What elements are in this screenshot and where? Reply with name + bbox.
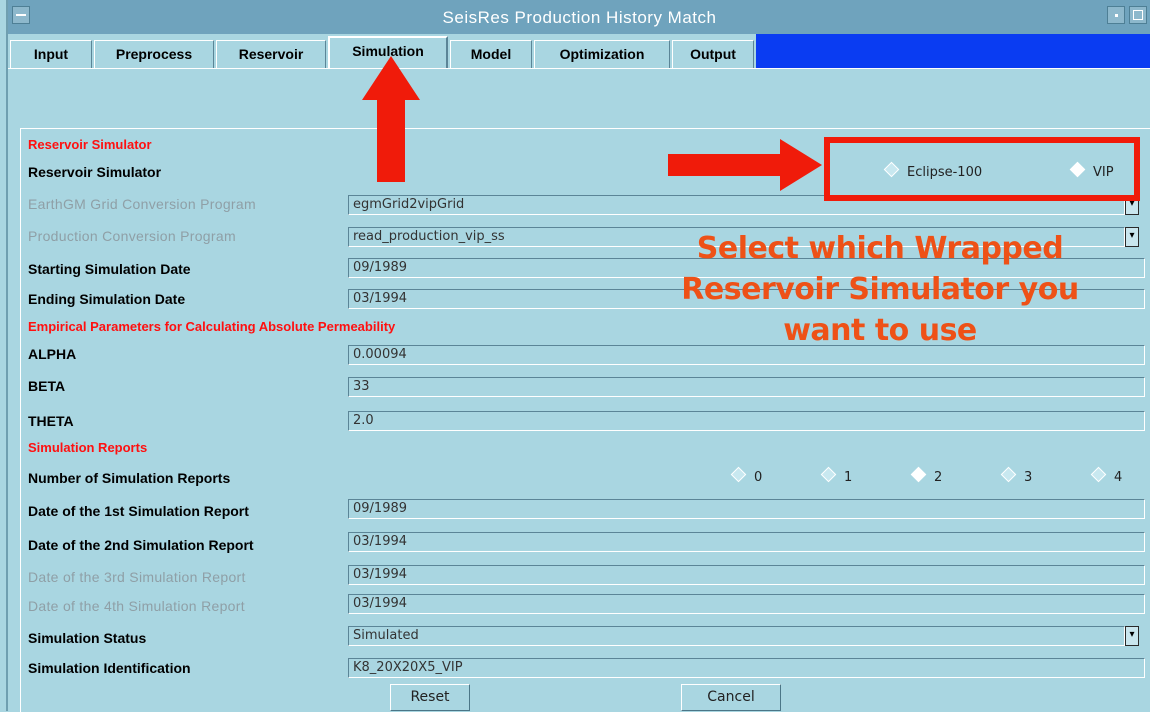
simulator-highlight-box — [824, 137, 1140, 201]
annotation-overlay — [362, 56, 822, 191]
callout-line-2: Reservoir Simulator you — [681, 272, 1079, 307]
annotation-callout: Select which Wrapped Reservoir Simulator… — [640, 228, 1120, 351]
right-arrow-icon — [668, 139, 822, 191]
callout-line-1: Select which Wrapped — [696, 231, 1064, 266]
callout-line-3: want to use — [783, 313, 977, 348]
up-arrow-icon — [362, 56, 420, 182]
